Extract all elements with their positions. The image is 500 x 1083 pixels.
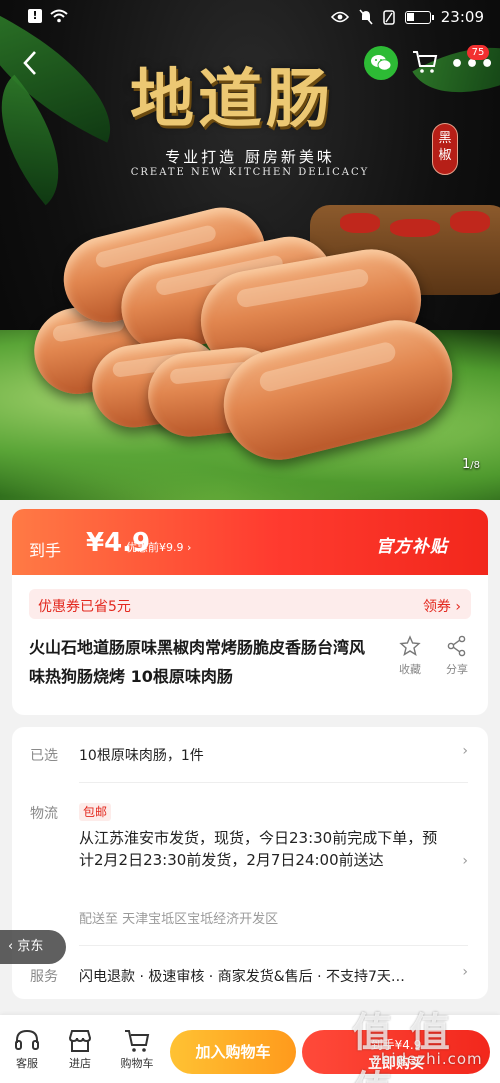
image-total: /8 — [470, 460, 481, 471]
chevron-right-icon: › — [462, 964, 468, 980]
share-button[interactable]: 分享 — [437, 635, 477, 677]
selected-value: 10根原味肉肠，1件 — [79, 748, 204, 764]
customer-service-label: 客服 — [16, 1057, 38, 1070]
headset-icon — [15, 1029, 39, 1050]
price-before-discount[interactable]: 优惠前¥9.9 › — [126, 539, 191, 555]
chevron-right-icon: › — [462, 853, 468, 869]
favorite-button[interactable]: 收藏 — [390, 635, 430, 677]
price-card: 到手 ¥4.9 优惠前¥9.9 › 官方补贴 优惠券已省5元 领券 › 火山石地… — [12, 509, 488, 715]
share-icon — [447, 635, 466, 657]
cart-count-badge: 75 — [467, 45, 489, 60]
status-bar: ! 23:09 — [0, 0, 500, 34]
deliver-to-address: 配送至 天津宝坻区宝坻经济开发区 — [79, 912, 279, 927]
divider — [79, 782, 468, 783]
cart-icon — [125, 1030, 150, 1052]
wifi-icon — [50, 9, 68, 23]
cart-icon — [413, 51, 438, 73]
wechat-share-button[interactable] — [364, 46, 398, 80]
cart-button[interactable]: 购物车 — [115, 1027, 159, 1071]
add-to-cart-button[interactable]: 加入购物车 — [170, 1030, 296, 1074]
free-shipping-tag: 包邮 — [79, 803, 112, 821]
store-button[interactable]: 进店 — [58, 1027, 102, 1071]
coupon-text: 优惠券已省5元 — [38, 599, 131, 615]
hero-title: 地道肠 — [130, 62, 334, 137]
mute-bell-icon — [359, 9, 373, 25]
watermark-url: zhidezhi.com — [372, 1050, 483, 1068]
status-time: 23:09 — [440, 8, 484, 26]
official-subsidy-label: 官方补贴 — [376, 537, 448, 557]
battery-icon — [404, 10, 434, 24]
coupon-bar[interactable]: 优惠券已省5元 领券 › — [29, 589, 471, 619]
cart-label: 购物车 — [120, 1057, 154, 1070]
info-card: 已选 10根原味肉肠，1件 › 物流 包邮 从江苏淮安市发货，现货，今日23:3… — [12, 727, 488, 999]
star-icon — [399, 635, 421, 657]
selected-label: 已选 — [30, 748, 58, 764]
alert-icon: ! — [28, 9, 42, 23]
hero-subtitle: 专业打造 厨房新美味 — [165, 148, 335, 166]
store-icon — [68, 1030, 92, 1052]
get-coupon-link[interactable]: 领券 › — [423, 596, 461, 616]
price-lead: 到手 — [29, 541, 62, 560]
logistics-label: 物流 — [30, 806, 58, 822]
wechat-icon — [371, 55, 392, 71]
divider — [79, 945, 468, 946]
image-counter: 1/8 — [462, 457, 480, 472]
price-banner: 到手 ¥4.9 优惠前¥9.9 › 官方补贴 — [12, 509, 488, 575]
eye-icon — [330, 11, 349, 23]
watermark-logo: 值 值 值 — [352, 1010, 452, 1083]
cart-top-button[interactable] — [412, 50, 438, 78]
chevron-right-icon: › — [462, 743, 468, 759]
hero-subtitle-en: CREATE NEW KITCHEN DELICACY — [130, 167, 370, 178]
chevron-left-icon — [23, 51, 36, 75]
share-label: 分享 — [446, 663, 468, 676]
back-to-jd-button[interactable]: ‹ 京东 — [0, 930, 66, 964]
customer-service-button[interactable]: 客服 — [5, 1027, 49, 1071]
service-value: 闪电退款 · 极速审核 · 商家发货&售后 · 不支持7天… — [79, 969, 405, 985]
favorite-label: 收藏 — [399, 663, 421, 676]
shipping-text: 从江苏淮安市发货，现货，今日23:30前完成下单，预计2月2日23:30前发货，… — [79, 829, 438, 869]
sim-icon — [383, 9, 395, 25]
store-label: 进店 — [69, 1057, 91, 1070]
service-label: 服务 — [30, 969, 58, 985]
flavor-seal: 黑椒 — [432, 123, 458, 175]
product-title: 火山石地道肠原味黑椒肉常烤肠脆皮香肠台湾风味热狗肠烧烤 10根原味肉肠 — [29, 638, 366, 686]
back-button[interactable] — [22, 50, 38, 82]
